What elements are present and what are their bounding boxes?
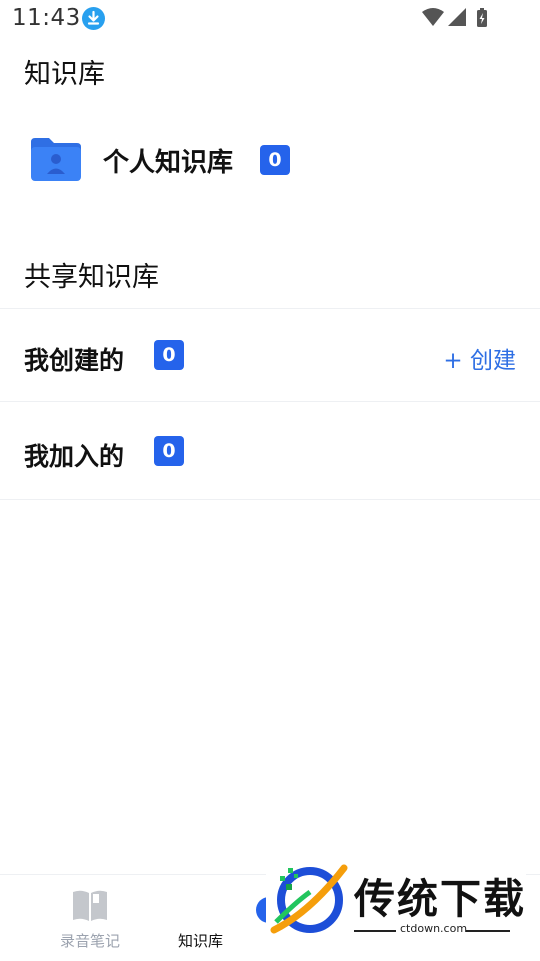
joined-count-badge: 0 — [154, 436, 184, 466]
divider — [466, 930, 510, 932]
watermark-logo-icon — [266, 862, 352, 942]
signal-icon — [448, 8, 466, 26]
shared-section-title: 共享知识库 — [24, 262, 159, 293]
divider — [354, 930, 396, 932]
divider — [0, 499, 540, 500]
personal-knowledge-base-label: 个人知识库 — [103, 148, 234, 178]
status-time: 11:43 — [12, 5, 81, 31]
create-button[interactable]: + 创建 — [443, 341, 516, 375]
created-group-row[interactable]: 我创建的 0 + 创建 — [0, 309, 540, 402]
created-count-badge: 0 — [154, 340, 184, 370]
personal-count-badge: 0 — [260, 145, 290, 175]
nav-label: 录音笔记 — [59, 932, 120, 950]
status-bar: 11:43 — [0, 0, 540, 38]
download-icon — [82, 7, 105, 30]
book-icon — [72, 889, 108, 927]
page-title: 知识库 — [24, 59, 105, 90]
battery-charging-icon — [477, 8, 487, 27]
watermark-logo: 传统下载 ctdown.com — [266, 862, 526, 942]
folder-person-icon — [29, 134, 83, 183]
wifi-icon — [422, 8, 444, 26]
joined-group-label: 我加入的 — [24, 442, 125, 471]
nav-item-recording-notes[interactable]: 录音笔记 — [0, 875, 180, 961]
nav-label: 知识库 — [178, 932, 224, 950]
joined-group-row[interactable]: 我加入的 0 — [0, 402, 540, 495]
watermark-url: ctdown.com — [398, 922, 470, 935]
watermark-text: 传统下载 — [354, 875, 526, 923]
status-icons — [422, 7, 502, 29]
created-group-label: 我创建的 — [24, 346, 125, 375]
personal-knowledge-base-row[interactable]: 个人知识库 0 — [0, 118, 540, 206]
